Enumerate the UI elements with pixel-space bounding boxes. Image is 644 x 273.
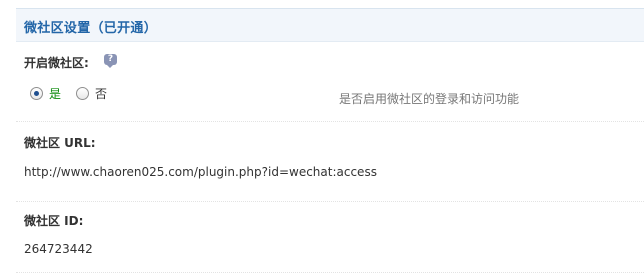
url-label: 微社区 URL: (24, 136, 96, 150)
enable-setting-row: 开启微社区: ? 是 否 是否启用微社区的登录和访问功能 (16, 42, 644, 122)
enable-label: 开启微社区: (24, 56, 89, 70)
url-value: http://www.chaoren025.com/plugin.php?id=… (24, 165, 377, 179)
id-value: 264723442 (24, 242, 93, 256)
section-title: 微社区设置（已开通） (24, 21, 158, 36)
radio-no-label[interactable]: 否 (95, 85, 107, 102)
radio-yes-label[interactable]: 是 (49, 85, 61, 102)
radio-yes[interactable] (30, 87, 43, 100)
settings-panel: 微社区设置（已开通） 开启微社区: ? 是 否 是否启用微社区的登录和访问功能 … (0, 0, 644, 273)
enable-description: 是否启用微社区的登录和访问功能 (339, 92, 520, 106)
id-label: 微社区 ID: (24, 214, 84, 228)
url-setting-row: 微社区 URL: http://www.chaoren025.com/plugi… (16, 122, 644, 202)
radio-no[interactable] (76, 87, 89, 100)
section-header: 微社区设置（已开通） (16, 8, 644, 42)
question-bubble-icon[interactable]: ? (104, 54, 117, 68)
id-setting-row: 微社区 ID: 264723442 (16, 202, 644, 273)
